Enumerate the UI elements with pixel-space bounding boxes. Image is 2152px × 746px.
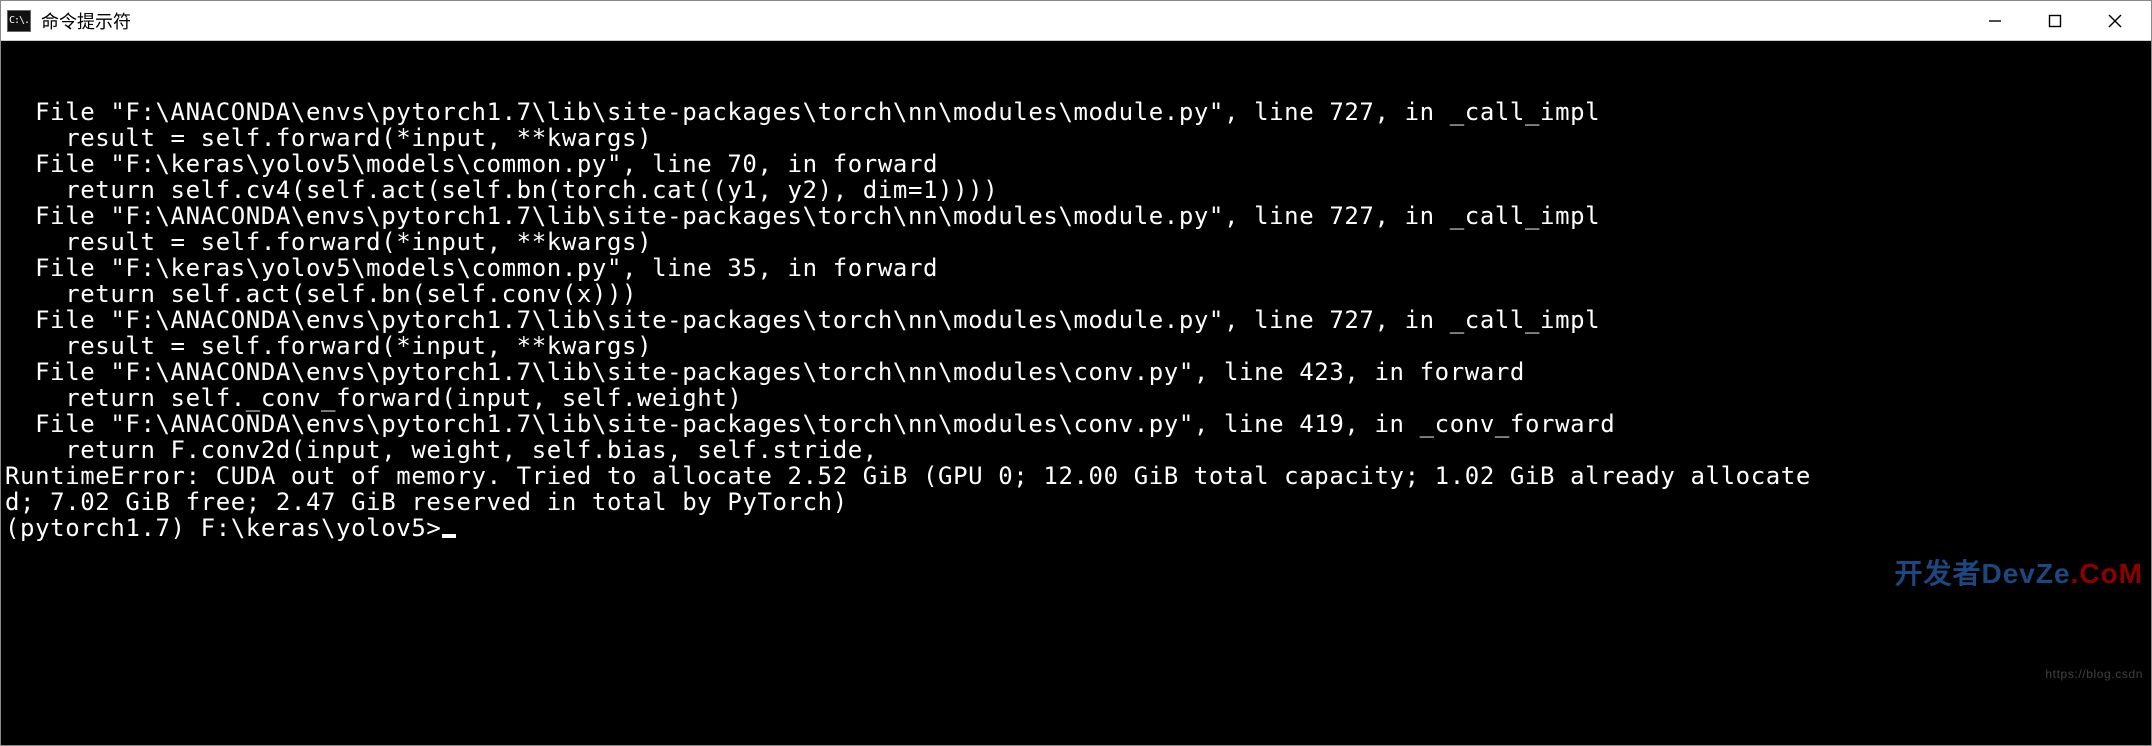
console-line: File "F:\keras\yolov5\models\common.py",… <box>5 151 2147 177</box>
console-line: return self.cv4(self.act(self.bn(torch.c… <box>5 177 2147 203</box>
maximize-button[interactable] <box>2025 1 2085 40</box>
command-prompt-window: C:\. 命令提示符 File "F:\ANACONDA\envs <box>0 0 2152 746</box>
console-line: result = self.forward(*input, **kwargs) <box>5 125 2147 151</box>
maximize-icon <box>2048 14 2062 28</box>
minimize-button[interactable] <box>1965 1 2025 40</box>
console-line: return F.conv2d(input, weight, self.bias… <box>5 437 2147 463</box>
console-line: return self._conv_forward(input, self.we… <box>5 385 2147 411</box>
console-line: result = self.forward(*input, **kwargs) <box>5 333 2147 359</box>
cursor <box>442 534 456 538</box>
console-line: result = self.forward(*input, **kwargs) <box>5 229 2147 255</box>
console-line: return self.act(self.bn(self.conv(x))) <box>5 281 2147 307</box>
console-line: File "F:\ANACONDA\envs\pytorch1.7\lib\si… <box>5 411 2147 437</box>
console-line: RuntimeError: CUDA out of memory. Tried … <box>5 463 2147 489</box>
console-output[interactable]: File "F:\ANACONDA\envs\pytorch1.7\lib\si… <box>1 41 2151 745</box>
console-line: File "F:\ANACONDA\envs\pytorch1.7\lib\si… <box>5 307 2147 333</box>
console-line: d; 7.02 GiB free; 2.47 GiB reserved in t… <box>5 489 2147 515</box>
window-controls <box>1965 1 2145 40</box>
watermark-sub: https://blog.csdn <box>1824 661 2143 687</box>
console-line: File "F:\keras\yolov5\models\common.py",… <box>5 255 2147 281</box>
console-prompt-line: (pytorch1.7) F:\keras\yolov5> <box>5 515 2147 541</box>
window-title: 命令提示符 <box>41 8 1965 34</box>
console-line: File "F:\ANACONDA\envs\pytorch1.7\lib\si… <box>5 99 2147 125</box>
watermark-brand-accent: .CoM <box>2071 558 2143 589</box>
watermark-prefix: 开发者 <box>1895 558 1982 589</box>
console-line: File "F:\ANACONDA\envs\pytorch1.7\lib\si… <box>5 359 2147 385</box>
close-button[interactable] <box>2085 1 2145 40</box>
minimize-icon <box>1988 14 2002 28</box>
console-line: File "F:\ANACONDA\envs\pytorch1.7\lib\si… <box>5 203 2147 229</box>
titlebar[interactable]: C:\. 命令提示符 <box>1 1 2151 41</box>
watermark-brand-main: DevZe <box>1982 558 2071 589</box>
close-icon <box>2107 13 2123 29</box>
app-icon: C:\. <box>7 10 31 32</box>
